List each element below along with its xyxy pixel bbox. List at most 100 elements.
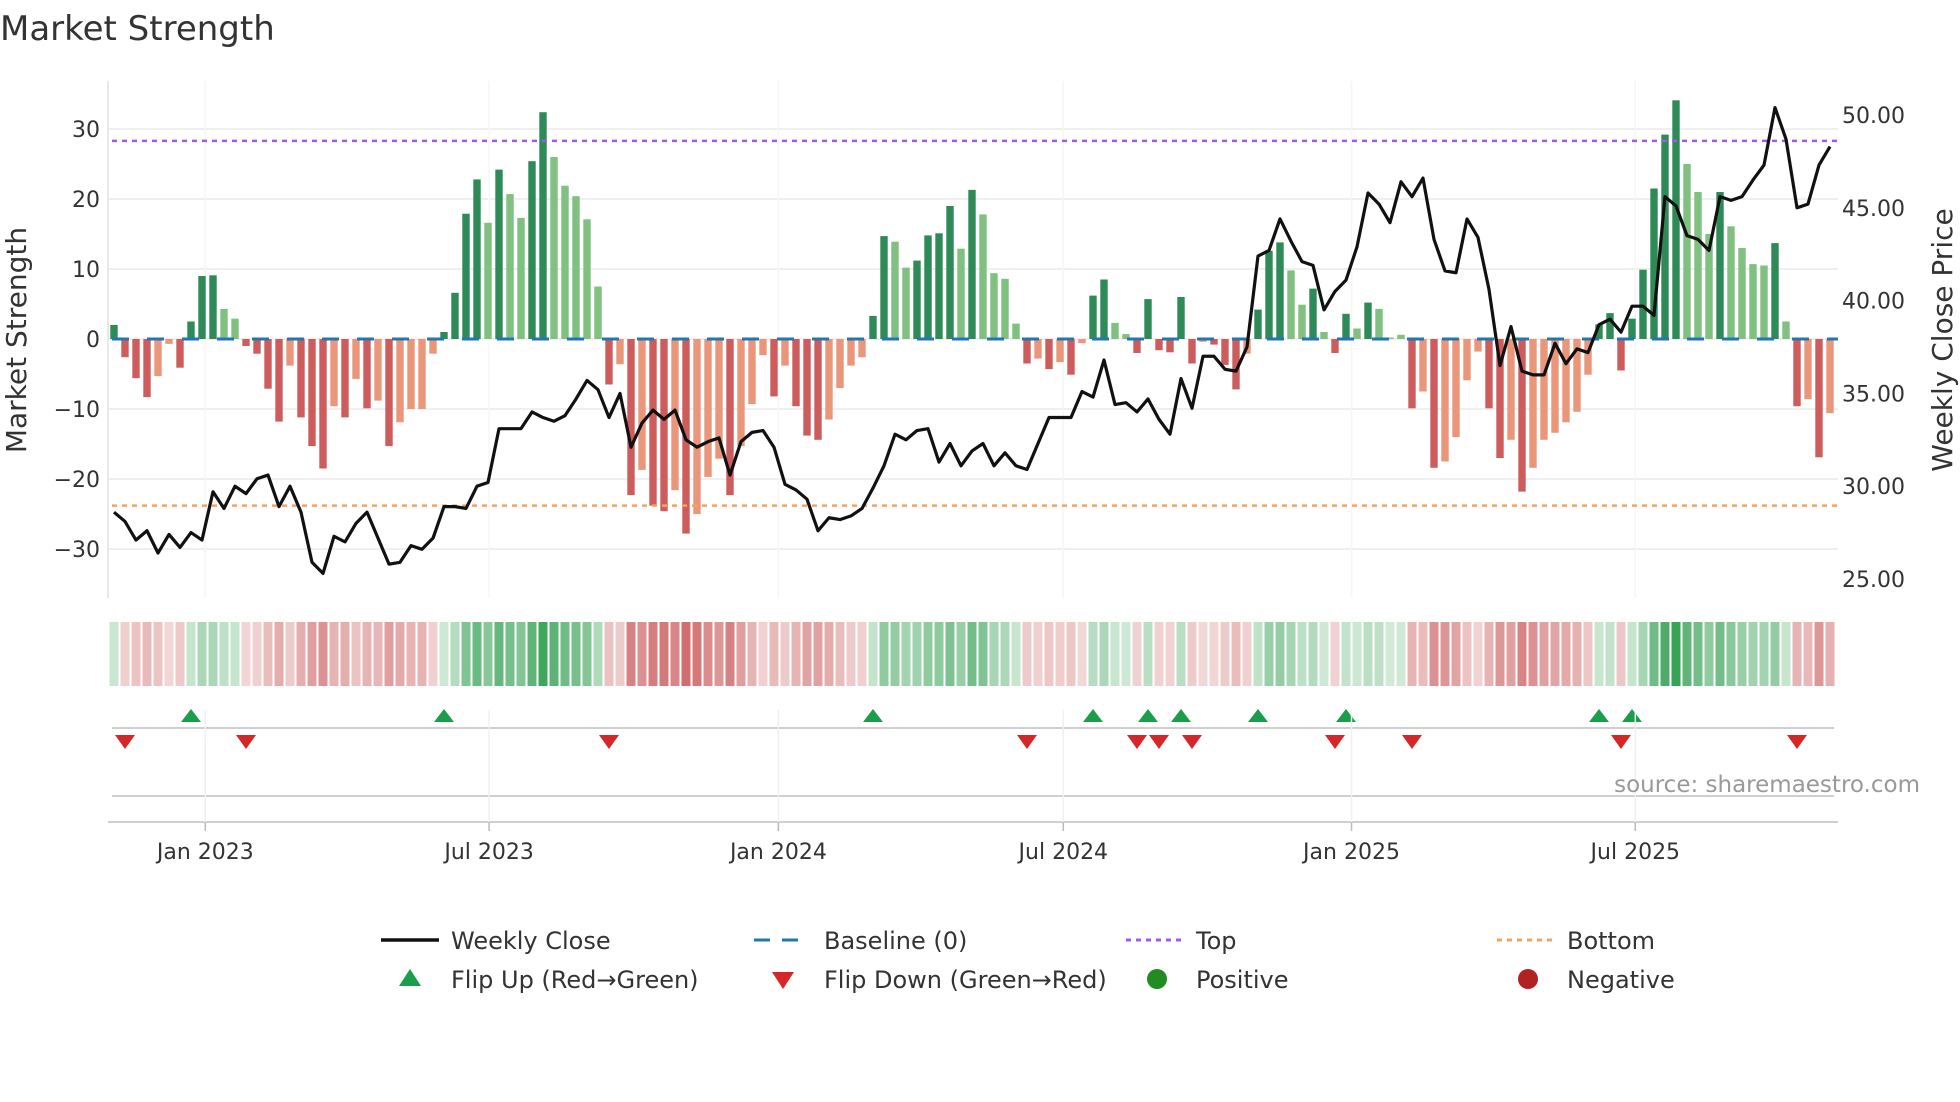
strength-bar (561, 185, 569, 339)
strip-cell (1418, 622, 1428, 686)
strength-bar (704, 339, 712, 477)
strength-bar (781, 339, 789, 366)
strip-cell (1440, 622, 1450, 686)
x-tick-label: Jan 2025 (1301, 840, 1400, 865)
strip-cell (1352, 622, 1362, 686)
strip-cell (1209, 622, 1219, 686)
triangle-down-icon (772, 972, 794, 989)
strip-cell (1451, 622, 1461, 686)
strip-cell (395, 622, 405, 686)
strength-bar (616, 339, 624, 365)
strength-bar (363, 339, 371, 409)
strip-cell (1220, 622, 1230, 686)
strength-bar (396, 339, 404, 423)
strength-bar (198, 276, 206, 339)
strength-bar (858, 339, 866, 358)
strength-bar (1287, 270, 1295, 339)
strip-cell (1363, 622, 1373, 686)
strip-cell (1616, 622, 1626, 686)
strip-cell (1253, 622, 1263, 686)
strength-bar (1397, 334, 1405, 339)
flip-down-marker (1787, 735, 1807, 749)
y-tick-label: −20 (54, 468, 100, 493)
strength-bar (1144, 299, 1152, 339)
strength-bar (1353, 328, 1361, 339)
triangle-up-icon (399, 969, 421, 986)
strip-cell (175, 622, 185, 686)
strip-cell (670, 622, 680, 686)
strip-cell (648, 622, 658, 686)
strip-cell (1319, 622, 1329, 686)
legend-item: Positive (1147, 966, 1289, 994)
strip-cell (274, 622, 284, 686)
circle-red-icon (1518, 969, 1538, 989)
strip-cell (1154, 622, 1164, 686)
strip-cell (879, 622, 889, 686)
strength-bar (1485, 339, 1493, 409)
strength-bar (1111, 322, 1119, 339)
strength-bar (1089, 295, 1097, 339)
legend-item: Negative (1518, 966, 1675, 994)
strip-cell (538, 622, 548, 686)
strength-bar (220, 308, 228, 339)
strip-cell (1264, 622, 1274, 686)
strength-bar (902, 267, 910, 339)
strip-cell (1308, 622, 1318, 686)
strip-cell (494, 622, 504, 686)
strength-bar (1628, 318, 1636, 339)
legend-label: Flip Down (Green→Red) (824, 966, 1107, 994)
legend-item: Baseline (0) (754, 927, 967, 955)
strength-bar (319, 339, 327, 469)
flip-up-marker (181, 709, 201, 722)
strength-bar (1419, 339, 1427, 392)
x-tick-label: Jan 2023 (155, 840, 254, 865)
strip-cell (1033, 622, 1043, 686)
strength-bar (550, 157, 558, 339)
strip-cell (153, 622, 163, 686)
strength-bar (1375, 308, 1383, 339)
x-tick-label: Jul 2023 (442, 840, 534, 865)
strength-bar (132, 339, 140, 379)
strength-bar (1133, 339, 1141, 353)
flip-down-marker (1017, 735, 1037, 749)
strip-cell (1275, 622, 1285, 686)
strip-cell (219, 622, 229, 686)
strength-bar (165, 339, 173, 344)
strength-heat-strip (109, 622, 1835, 686)
strip-cell (351, 622, 361, 686)
strength-bar (1331, 339, 1339, 353)
strip-cell (285, 622, 295, 686)
strip-cell (1759, 622, 1769, 686)
legend-label: Flip Up (Red→Green) (451, 966, 699, 994)
strip-cell (1330, 622, 1340, 686)
legend-item: Flip Down (Green→Red) (772, 966, 1107, 994)
strength-bar (517, 217, 525, 339)
strip-cell (1088, 622, 1098, 686)
strip-cell (736, 622, 746, 686)
strength-bar (1155, 339, 1163, 351)
legend: Weekly Close Baseline (0) Top Bottom Flip Up… (381, 927, 1675, 994)
strip-cell (923, 622, 933, 686)
strength-bar (1254, 309, 1262, 339)
strength-bar (693, 339, 701, 514)
y-axis-label: Market Strength (0, 227, 33, 453)
x-tick-label: Jan 2024 (728, 840, 827, 865)
strength-bar (341, 339, 349, 418)
circle-green-icon (1147, 969, 1167, 989)
strip-cell (1473, 622, 1483, 686)
strip-cell (868, 622, 878, 686)
strength-bar (946, 206, 954, 339)
strip-cell (846, 622, 856, 686)
strength-bar (385, 339, 393, 447)
strip-cell (703, 622, 713, 686)
strip-cell (1066, 622, 1076, 686)
strength-bar (935, 233, 943, 339)
strength-bar (913, 260, 921, 339)
strip-cell (296, 622, 306, 686)
y-tick-label: −10 (54, 398, 100, 423)
strip-cell (483, 622, 493, 686)
strength-bar (1606, 313, 1614, 339)
strength-bar (1617, 339, 1625, 371)
strip-cell (1539, 622, 1549, 686)
strip-cell (1242, 622, 1252, 686)
